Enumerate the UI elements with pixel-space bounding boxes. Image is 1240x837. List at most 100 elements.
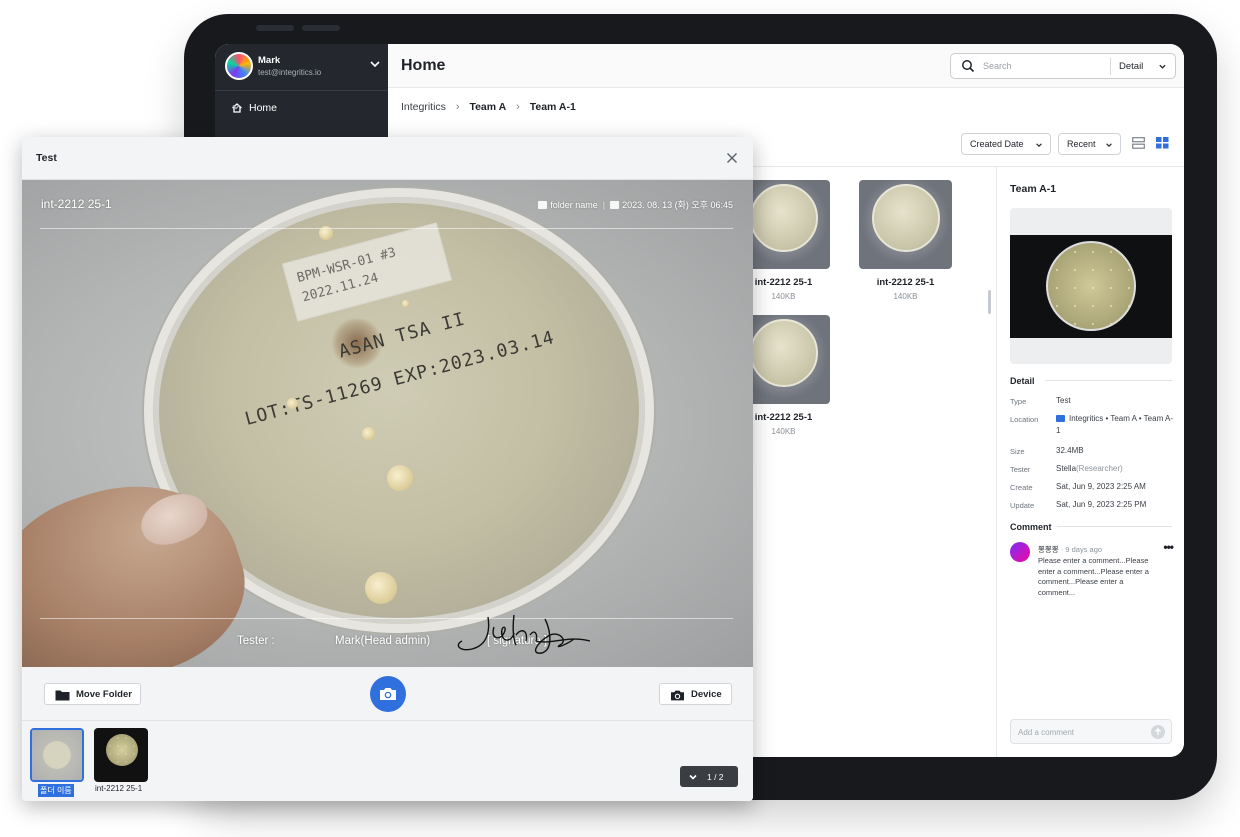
detail-panel: Team A-1 Detail Type Test Location Integ… [996, 166, 1184, 757]
folder-icon [1056, 415, 1065, 422]
chevron-down-icon [1106, 143, 1112, 147]
breadcrumb-item[interactable]: Team A [469, 101, 506, 113]
tester-role: (Researcher) [1076, 464, 1123, 473]
device-button[interactable]: Device [659, 683, 732, 705]
chevron-down-icon [232, 105, 240, 110]
comment-time: 9 days ago [1065, 545, 1103, 554]
grid-view-icon[interactable] [1156, 137, 1169, 149]
tablet-button [302, 25, 340, 31]
divider [40, 228, 733, 229]
recency-select[interactable]: Recent [1058, 133, 1121, 155]
colony [362, 427, 375, 440]
capture-modal: Test BPM-WSR-01 #3 2022.11.24 ASAN TSA I… [22, 137, 753, 801]
user-name: Mark [258, 55, 281, 66]
sort-by-label: Created Date [970, 139, 1024, 149]
colony [387, 465, 413, 491]
comment-author: 뽕뽕뽕 [1038, 545, 1059, 554]
comment-meta: 뽕뽕뽕 · 9 days ago [1038, 545, 1103, 554]
detail-update: Sat, Jun 9, 2023 2:25 PM [1056, 500, 1147, 509]
section-title: Comment [1010, 522, 1052, 532]
capture-button[interactable] [370, 676, 406, 712]
plate-image [750, 184, 818, 252]
pager[interactable]: 1 / 2 [680, 766, 738, 787]
avatar [225, 52, 253, 80]
detail-label: Create [1010, 483, 1033, 492]
arrow-up-icon [1155, 728, 1161, 735]
avatar [1010, 542, 1030, 562]
search-bar[interactable]: Search Detail [950, 53, 1176, 79]
photo-datetime: 2023. 08. 13 (화) 오후 06:45 [622, 200, 733, 210]
comment-placeholder: Add a comment [1018, 728, 1075, 737]
chevron-down-icon [1159, 64, 1166, 69]
photo-title: int-2212 25-1 [41, 197, 112, 211]
scrollbar[interactable] [988, 290, 991, 314]
tester-name: Stella [1056, 464, 1077, 473]
capture-toolbar: Move Folder Device [22, 667, 753, 721]
list-view-icon[interactable] [1132, 137, 1145, 149]
header: Home Search Detail [388, 44, 1184, 88]
breadcrumb-item[interactable]: Integritics [401, 101, 446, 113]
detail-location[interactable]: Integritics • Team A • Team A-1 [1056, 413, 1174, 437]
sort-by-select[interactable]: Created Date [961, 133, 1051, 155]
detail-size: 32.4MB [1056, 446, 1084, 455]
plate-image [32, 730, 82, 780]
more-icon[interactable]: ••• [1163, 540, 1174, 554]
preview-image [1010, 235, 1172, 338]
search-icon [962, 60, 975, 73]
modal-title: Test [36, 152, 57, 164]
chevron-right-icon: › [516, 101, 520, 114]
divider [40, 618, 733, 619]
close-icon[interactable] [725, 151, 739, 165]
sidebar-item-label: Home [249, 102, 278, 114]
photo-meta: folder name | 2023. 08. 13 (화) 오후 06:45 [538, 198, 733, 211]
colony [402, 300, 409, 307]
breadcrumb-item[interactable]: Team A-1 [530, 101, 576, 113]
location-value: Integritics • Team A • Team A-1 [1056, 414, 1174, 435]
recency-label: Recent [1067, 139, 1096, 149]
comment-input[interactable]: Add a comment [1010, 719, 1172, 744]
comment-text: Please enter a comment...Please enter a … [1038, 556, 1149, 597]
plate-image [106, 734, 138, 766]
detail-tester: Stella(Researcher) [1056, 463, 1174, 475]
detail-type: Test [1056, 396, 1071, 405]
file-thumbnail[interactable] [859, 180, 952, 269]
detail-create: Sat, Jun 9, 2023 2:25 AM [1056, 482, 1146, 491]
sidebar-item-home[interactable]: Home [231, 100, 377, 118]
file-size: 140KB [893, 292, 918, 301]
signature-image [457, 614, 591, 654]
detail-label: Tester [1010, 465, 1031, 474]
panel-title: Team A-1 [1010, 183, 1057, 195]
divider [215, 90, 388, 91]
strip-label: 폴더 이름 [38, 784, 74, 797]
camera-icon [380, 688, 396, 700]
file-name: int-2212 25-1 [876, 277, 935, 288]
user-menu[interactable]: Mark test@integritics.io [225, 52, 381, 82]
chevron-down-icon [1036, 143, 1042, 147]
folder-name: folder name [550, 200, 598, 210]
search-input[interactable]: Search [983, 61, 1012, 71]
strip-thumbnail[interactable] [30, 728, 84, 782]
chevron-right-icon: › [455, 101, 460, 114]
send-button[interactable] [1151, 725, 1165, 739]
strip-thumbnail[interactable] [94, 728, 148, 782]
tester-value: Mark(Head admin) [335, 635, 431, 647]
pager-label: 1 / 2 [707, 772, 724, 782]
detail-label: Update [1010, 501, 1035, 510]
colony [365, 572, 397, 604]
divider [1110, 58, 1111, 75]
move-folder-label: Move Folder [76, 689, 132, 700]
chevron-down-icon [370, 61, 380, 68]
move-folder-button[interactable]: Move Folder [44, 683, 141, 705]
divider [1045, 380, 1172, 381]
colony [287, 398, 298, 409]
plate-image [750, 319, 818, 387]
strip-label: int-2212 25-1 [95, 784, 143, 793]
detail-label: Location [1010, 415, 1039, 424]
preview[interactable] [1010, 208, 1172, 364]
tablet-button [256, 25, 294, 31]
divider [1057, 526, 1172, 527]
folder-icon [538, 201, 548, 209]
detail-label: Type [1010, 397, 1027, 406]
search-mode-select[interactable]: Detail [1119, 61, 1143, 72]
plate-image [872, 184, 940, 252]
